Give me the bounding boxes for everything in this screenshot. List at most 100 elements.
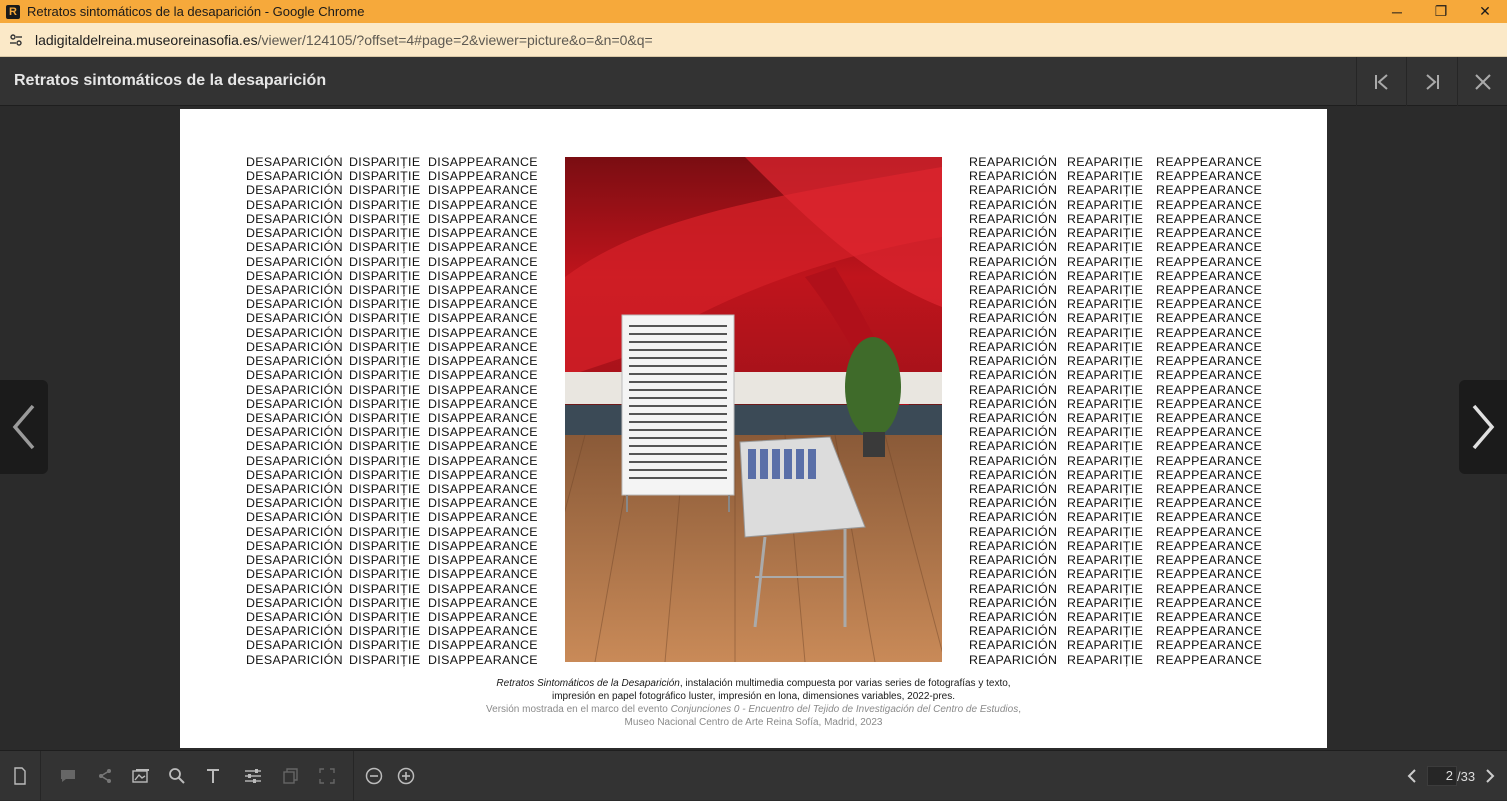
repeated-word: REAPPEARANCE (1156, 581, 1263, 596)
site-info-icon[interactable] (5, 29, 27, 51)
caption-event-title: Conjunciones 0 - Encuentro del Tejido de… (670, 704, 1019, 715)
copy-button[interactable] (280, 765, 302, 787)
repeated-word: REAPARIȚIE (1067, 382, 1144, 397)
repeated-word: REAPPEARANCE (1156, 211, 1263, 226)
repeated-word: REAPARICIÓN (969, 282, 1058, 297)
repeated-word: DISAPPEARANCE (428, 282, 538, 297)
repeated-word: REAPPEARANCE (1156, 510, 1263, 525)
repeated-word: REAPPEARANCE (1156, 197, 1263, 212)
repeated-word: REAPARIȚIE (1067, 439, 1144, 454)
repeated-word: DESAPARICIÓN (246, 467, 343, 482)
repeated-word: DISPARIȚIE (349, 581, 421, 596)
repeated-word: DESAPARICIÓN (246, 155, 343, 169)
repeated-word: REAPPEARANCE (1156, 610, 1263, 624)
repeated-word: DISAPPEARANCE (428, 439, 538, 454)
repeated-word: DISAPPEARANCE (428, 652, 538, 667)
caption-line-4: Museo Nacional Centro de Arte Reina Sofí… (624, 717, 883, 728)
previous-page-button[interactable] (0, 380, 48, 474)
fullscreen-icon (319, 768, 335, 784)
repeated-word: REAPARIȚIE (1067, 396, 1144, 411)
repeated-word: REAPARIȚIE (1067, 197, 1144, 212)
repeated-word: DESAPARICIÓN (246, 169, 343, 184)
page-view-button[interactable] (9, 765, 31, 787)
repeated-word: DISPARIȚIE (349, 282, 421, 297)
repeated-word: DISPARIȚIE (349, 496, 421, 511)
repeated-word: REAPARICIÓN (969, 155, 1058, 169)
repeated-word: REAPARIȚIE (1067, 410, 1144, 425)
repeated-word: DESAPARICIÓN (246, 567, 343, 582)
zoom-out-button[interactable] (363, 765, 385, 787)
close-window-button[interactable]: ✕ (1463, 0, 1507, 23)
url-text[interactable]: ladigitaldelreina.museoreinasofia.es/vie… (35, 32, 653, 48)
text-button[interactable] (202, 765, 224, 787)
address-bar[interactable]: ladigitaldelreina.museoreinasofia.es/vie… (0, 23, 1507, 57)
repeated-word: REAPARICIÓN (969, 482, 1058, 497)
repeated-word: REAPARIȚIE (1067, 211, 1144, 226)
repeated-word: DISAPPEARANCE (428, 425, 538, 440)
comment-icon (61, 770, 75, 782)
repeated-word: DISAPPEARANCE (428, 311, 538, 326)
comments-button[interactable] (57, 765, 79, 787)
minimize-button[interactable]: ─ (1375, 0, 1419, 23)
close-viewer-button[interactable] (1457, 57, 1507, 106)
zoom-in-button[interactable] (395, 765, 417, 787)
first-page-button[interactable] (1356, 57, 1406, 106)
repeated-word: DISAPPEARANCE (428, 354, 538, 369)
repeated-word: REAPARICIÓN (969, 610, 1058, 624)
chevron-right-icon (1472, 404, 1495, 450)
toolbar-next-page-button[interactable] (1479, 765, 1501, 787)
repeated-word: REAPPEARANCE (1156, 325, 1263, 340)
caption-event-suffix: , (1018, 704, 1021, 715)
fullscreen-button[interactable] (316, 765, 338, 787)
repeated-word: REAPARICIÓN (969, 183, 1058, 198)
repeated-word: DISAPPEARANCE (428, 197, 538, 212)
repeated-word: REAPARICIÓN (969, 297, 1058, 312)
search-icon (169, 768, 185, 784)
repeated-word: REAPARIȚIE (1067, 610, 1144, 624)
repeated-word: DISPARIȚIE (349, 610, 421, 624)
next-page-button[interactable] (1459, 380, 1507, 474)
repeated-word: DISPARIȚIE (349, 553, 421, 568)
viewer-header: Retratos sintomáticos de la desaparición (0, 57, 1507, 106)
repeated-word: DISPARIȚIE (349, 169, 421, 184)
repeated-word: DISPARIȚIE (349, 226, 421, 241)
repeated-word: REAPPEARANCE (1156, 311, 1263, 326)
share-icon (99, 769, 111, 783)
search-button[interactable] (166, 765, 188, 787)
repeated-word: REAPARICIÓN (969, 652, 1058, 667)
repeated-word: REAPARICIÓN (969, 354, 1058, 369)
repeated-word: REAPPEARANCE (1156, 425, 1263, 440)
page-number-input[interactable]: 2 (1427, 766, 1457, 786)
repeated-word: DESAPARICIÓN (246, 382, 343, 397)
repeated-word: REAPPEARANCE (1156, 183, 1263, 198)
repeated-word: DISPARIȚIE (349, 325, 421, 340)
chevron-right-icon (1486, 769, 1495, 783)
repeated-word: DISAPPEARANCE (428, 339, 538, 354)
repeated-word: DISPARIȚIE (349, 524, 421, 539)
repeated-word: REAPPEARANCE (1156, 624, 1263, 639)
word-column-disappearance: DISAPPEARANCE DISAPPEARANCE DISAPPEARANCE D… (428, 155, 538, 667)
page-total: /33 (1457, 769, 1476, 784)
repeated-word: REAPARICIÓN (969, 396, 1058, 411)
repeated-word: REAPARICIÓN (969, 538, 1058, 553)
repeated-word: REAPPEARANCE (1156, 524, 1263, 539)
toolbar-previous-page-button[interactable] (1401, 765, 1423, 787)
photo-caption: Retratos Sintomáticos de la Desaparición… (410, 677, 1097, 729)
repeated-word: REAPARICIÓN (969, 339, 1058, 354)
repeated-word: DESAPARICIÓN (246, 652, 343, 667)
repeated-word: REAPARIȚIE (1067, 155, 1144, 169)
word-column-reaparicion: REAPARICIÓN REAPARICIÓN REAPARICIÓN REAPARI… (969, 155, 1057, 667)
window-controls: ─ ❐ ✕ (1375, 0, 1507, 23)
last-page-button[interactable] (1406, 57, 1456, 106)
repeated-word: DESAPARICIÓN (246, 453, 343, 468)
repeated-word: REAPPEARANCE (1156, 410, 1263, 425)
repeated-word: DISAPPEARANCE (428, 325, 538, 340)
share-button[interactable] (94, 765, 116, 787)
repeated-word: DISPARIȚIE (349, 595, 421, 610)
adjustments-button[interactable] (242, 765, 264, 787)
repeated-word: DESAPARICIÓN (246, 197, 343, 212)
restore-button[interactable]: ❐ (1419, 0, 1463, 23)
repeated-word: DESAPARICIÓN (246, 553, 343, 568)
images-button[interactable] (130, 765, 152, 787)
repeated-word: DISAPPEARANCE (428, 240, 538, 255)
